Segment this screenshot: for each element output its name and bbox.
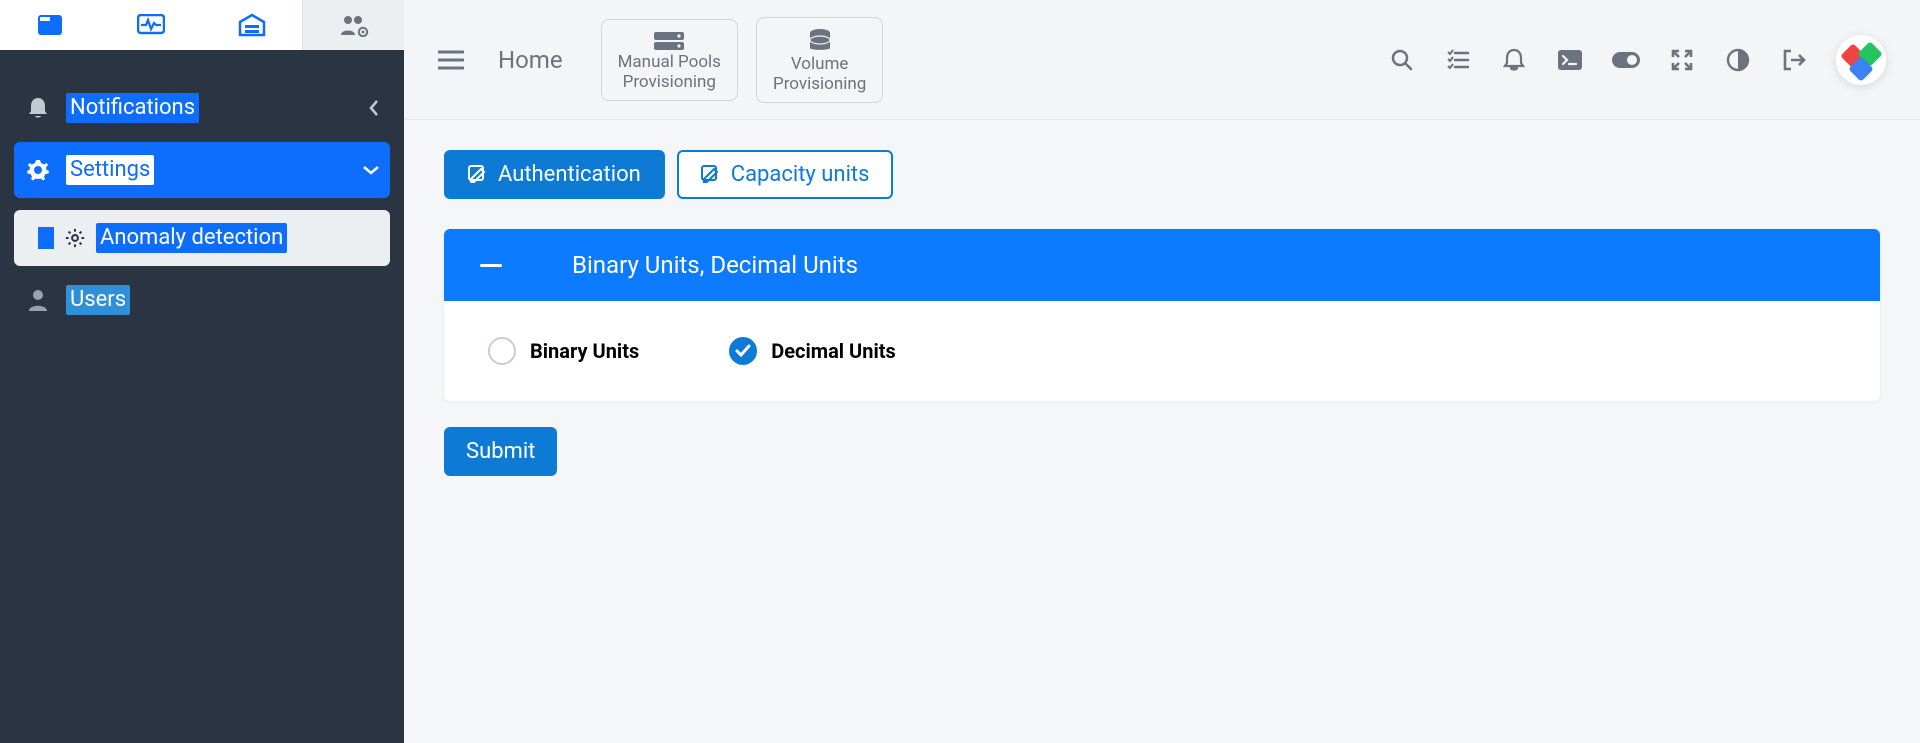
- volume-provisioning-button[interactable]: Volume Provisioning: [756, 17, 883, 103]
- card-line1: Manual Pools: [618, 52, 721, 72]
- capacity-units-panel: Binary Units, Decimal Units Binary Units…: [444, 229, 1880, 401]
- monitor-icon: [137, 14, 165, 36]
- topbar: Home Manual Pools Provisioning Volume Pr…: [404, 0, 1920, 120]
- warehouse-icon: [238, 13, 266, 37]
- sidebar-item-label: Notifications: [66, 93, 199, 123]
- radio-binary-units[interactable]: Binary Units: [488, 337, 639, 365]
- edit-icon: [468, 165, 488, 185]
- sidebar: Notifications Settings: [0, 0, 404, 743]
- radio-decimal-units[interactable]: Decimal Units: [729, 337, 896, 365]
- sidebar-tab-storage[interactable]: [202, 0, 303, 50]
- sidebar-tab-monitor[interactable]: [101, 0, 202, 50]
- contrast-icon[interactable]: [1710, 48, 1766, 72]
- window-icon: [37, 14, 63, 36]
- sidebar-nav: Notifications Settings: [0, 50, 404, 328]
- active-indicator: [38, 227, 54, 249]
- tab-label: Authentication: [498, 162, 641, 187]
- tab-capacity-units[interactable]: Capacity units: [677, 150, 894, 199]
- main-area: Home Manual Pools Provisioning Volume Pr…: [404, 0, 1920, 743]
- card-line2: Provisioning: [623, 72, 716, 92]
- page-content: Authentication Capacity units Binary Uni…: [404, 120, 1920, 743]
- menu-toggle-icon[interactable]: [438, 49, 464, 71]
- settings-tabs: Authentication Capacity units: [444, 150, 1880, 199]
- collapse-icon: [480, 264, 502, 267]
- bell-icon: [24, 96, 52, 120]
- terminal-icon[interactable]: [1542, 49, 1598, 71]
- sidebar-item-label: Settings: [66, 155, 154, 185]
- card-line1: Volume: [791, 54, 849, 74]
- home-link[interactable]: Home: [498, 46, 563, 74]
- manual-pools-provisioning-button[interactable]: Manual Pools Provisioning: [601, 19, 738, 101]
- sidebar-item-notifications[interactable]: Notifications: [0, 80, 404, 136]
- panel-title: Binary Units, Decimal Units: [572, 251, 858, 279]
- sidebar-item-anomaly-detection[interactable]: Anomaly detection: [14, 210, 390, 266]
- sidebar-item-label: Users: [66, 285, 130, 315]
- user-avatar[interactable]: [1836, 35, 1886, 85]
- server-icon: [652, 30, 686, 52]
- sidebar-item-users[interactable]: Users: [0, 272, 404, 328]
- chevron-left-icon: [368, 99, 380, 117]
- panel-header[interactable]: Binary Units, Decimal Units: [444, 229, 1880, 301]
- gear-icon: [24, 158, 52, 182]
- panel-body: Binary Units Decimal Units: [444, 301, 1880, 401]
- database-icon: [807, 28, 833, 54]
- chevron-down-icon: [362, 164, 380, 176]
- submit-button[interactable]: Submit: [444, 427, 557, 476]
- gear-icon: [64, 227, 86, 249]
- radio-unchecked-icon: [488, 337, 516, 365]
- radio-checked-icon: [729, 337, 757, 365]
- sidebar-item-settings[interactable]: Settings: [14, 142, 390, 198]
- sidebar-tab-users[interactable]: [302, 0, 404, 50]
- radio-label: Decimal Units: [771, 339, 896, 363]
- sidebar-top-tabs: [0, 0, 404, 50]
- card-line2: Provisioning: [773, 74, 866, 94]
- user-icon: [24, 288, 52, 312]
- fullscreen-icon[interactable]: [1654, 48, 1710, 72]
- checklist-icon[interactable]: [1430, 48, 1486, 72]
- radio-label: Binary Units: [530, 339, 639, 363]
- edit-icon: [701, 165, 721, 185]
- search-icon[interactable]: [1374, 48, 1430, 72]
- sidebar-item-label: Anomaly detection: [96, 223, 287, 253]
- people-gear-icon: [339, 13, 369, 37]
- bell-icon[interactable]: [1486, 48, 1542, 72]
- tab-label: Capacity units: [731, 162, 870, 187]
- sidebar-tab-app[interactable]: [0, 0, 101, 50]
- tab-authentication[interactable]: Authentication: [444, 150, 665, 199]
- toggle-icon[interactable]: [1598, 51, 1654, 69]
- logout-icon[interactable]: [1766, 48, 1822, 72]
